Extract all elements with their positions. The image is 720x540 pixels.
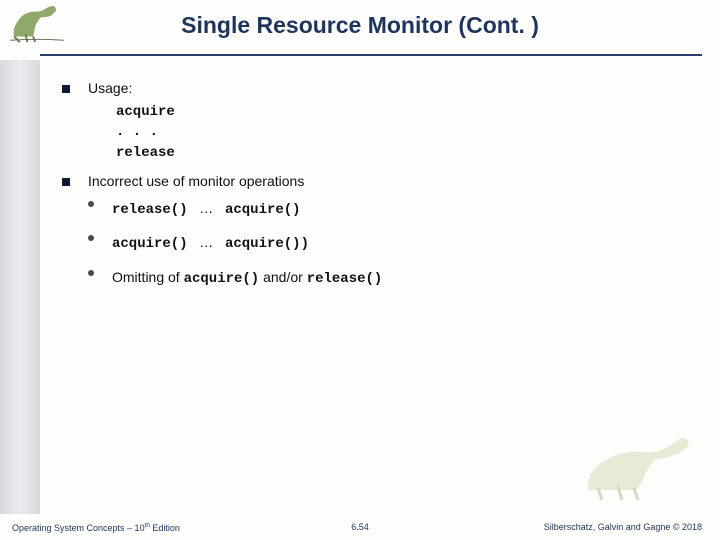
square-bullet-icon xyxy=(62,178,70,186)
code-line: acquire xyxy=(116,102,690,122)
dot-bullet-icon xyxy=(88,270,94,276)
usage-label: Usage: xyxy=(88,80,132,96)
footer-edition: Edition xyxy=(150,523,180,533)
dinosaur-top-icon xyxy=(8,4,66,46)
left-sidebar-strip xyxy=(0,60,40,514)
dinosaur-bottom-icon xyxy=(578,430,698,510)
square-bullet-icon xyxy=(62,85,70,93)
text-span: Omitting of xyxy=(112,269,184,285)
footer-page-number: 6.54 xyxy=(351,522,369,532)
sub-text: Omitting of acquire() and/or release() xyxy=(112,264,382,293)
usage-code-block: acquire . . . release xyxy=(116,102,690,163)
footer-copyright: Silberschatz, Galvin and Gagne © 2018 xyxy=(544,522,702,532)
ellipsis: … xyxy=(199,200,213,216)
text-span: and/or xyxy=(259,269,306,285)
footer-left: Operating System Concepts – 10th Edition xyxy=(12,522,180,533)
code-span: acquire()) xyxy=(225,236,309,252)
bullet-incorrect: Incorrect use of monitor operations xyxy=(62,173,690,189)
ellipsis: … xyxy=(199,234,213,250)
code-span: acquire() xyxy=(112,236,188,252)
slide-content: Usage: acquire . . . release Incorrect u… xyxy=(62,80,690,299)
code-span: release() xyxy=(307,271,383,287)
code-line: . . . xyxy=(116,122,690,142)
sub-bullet-1: release() … acquire() xyxy=(62,195,690,224)
sub-bullet-3: Omitting of acquire() and/or release() xyxy=(62,264,690,293)
sub-text: release() … acquire() xyxy=(112,195,301,224)
dot-bullet-icon xyxy=(88,235,94,241)
dot-bullet-icon xyxy=(88,201,94,207)
sub-text: acquire() … acquire()) xyxy=(112,229,309,258)
code-line: release xyxy=(116,143,690,163)
footer-book: Operating System Concepts – 10 xyxy=(12,523,145,533)
title-rule xyxy=(40,54,702,57)
code-span: acquire() xyxy=(225,202,301,218)
slide-header: Single Resource Monitor (Cont. ) xyxy=(0,0,720,60)
slide-footer: Operating System Concepts – 10th Edition… xyxy=(0,514,720,540)
incorrect-label: Incorrect use of monitor operations xyxy=(88,173,304,189)
bullet-usage: Usage: xyxy=(62,80,690,96)
code-span: release() xyxy=(112,202,188,218)
sub-bullet-2: acquire() … acquire()) xyxy=(62,229,690,258)
slide-title: Single Resource Monitor (Cont. ) xyxy=(0,12,720,39)
code-span: acquire() xyxy=(184,271,260,287)
